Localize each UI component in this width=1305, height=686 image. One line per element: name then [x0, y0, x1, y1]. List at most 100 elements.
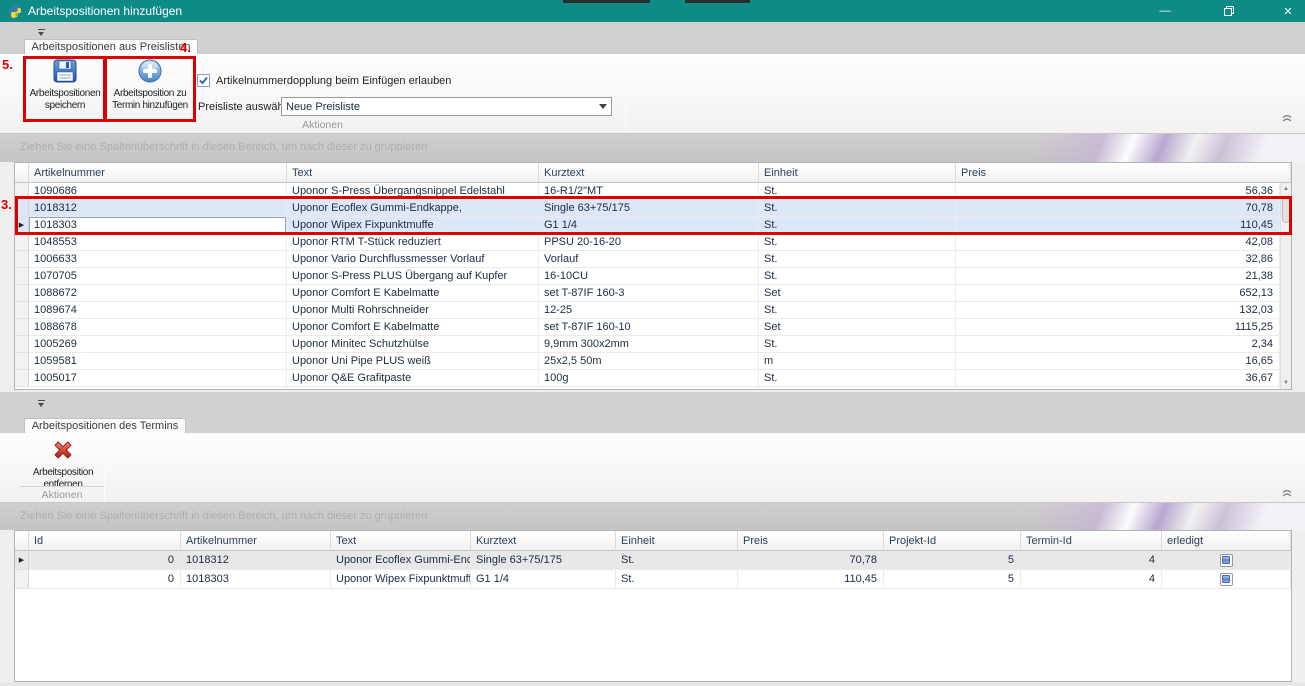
preisliste-grid: ArtikelnummerTextKurztextEinheitPreis 10… — [14, 162, 1292, 390]
table-row[interactable]: 1059581Uponor Uni Pipe PLUS weiß25x2,5 5… — [15, 353, 1291, 370]
table-row[interactable]: 1089674Uponor Multi Rohrschneider12-25St… — [15, 302, 1291, 319]
cell-artikelnummer: 1006633 — [29, 251, 287, 268]
cell-artikelnummer: 1090686 — [29, 183, 287, 200]
cell-artikelnummer: 1005017 — [29, 370, 287, 387]
row-indicator — [15, 570, 29, 589]
tab-arbeitspositionen-des-termins[interactable]: Arbeitspositionen des Termins — [24, 418, 186, 433]
add-to-termin-button[interactable]: Arbeitsposition zu Termin hinzufügen — [108, 58, 192, 112]
cell-einheit: St. — [616, 551, 738, 570]
cell-einheit: Set — [759, 319, 956, 336]
table-row[interactable]: 1090686Uponor S-Press Übergangsnippel Ed… — [15, 183, 1291, 200]
scrollbar-thumb[interactable] — [1282, 197, 1290, 223]
group-separator — [625, 57, 626, 129]
row-indicator — [15, 336, 29, 353]
row-indicator — [15, 302, 29, 319]
cell-kurztext: Single 63+75/175 — [471, 551, 616, 570]
table-row[interactable]: 1006633Uponor Vario Durchflussmesser Vor… — [15, 251, 1291, 268]
column-header-preis[interactable]: Preis — [956, 163, 1291, 183]
cell-text: Uponor S-Press Übergangsnippel Edelstahl — [287, 183, 539, 200]
vertical-scrollbar[interactable]: ▲ ▼ — [1280, 183, 1291, 389]
preisliste-combobox[interactable]: Neue Preisliste — [281, 97, 612, 116]
cell-einheit: St. — [759, 183, 956, 200]
table-row[interactable]: ▶01018312Uponor Ecoflex Gummi-Endkap...S… — [15, 551, 1291, 570]
column-header-text[interactable]: Text — [287, 163, 539, 183]
cell-preis: 1115,25 — [956, 319, 1280, 336]
cell-text: Uponor S-Press PLUS Übergang auf Kupfer — [287, 268, 539, 285]
cell-kurztext: 16-R1/2"MT — [539, 183, 759, 200]
column-header-erledigt[interactable]: erledigt — [1162, 531, 1291, 551]
grid-bottom-header: IdArtikelnummerTextKurztextEinheitPreisP… — [15, 531, 1291, 551]
column-header-projektid[interactable]: Projekt-Id — [884, 531, 1021, 551]
table-row[interactable]: 01018303Uponor Wipex FixpunktmuffeG1 1/4… — [15, 570, 1291, 589]
minimize-button[interactable]: — — [1148, 0, 1182, 22]
column-header-kurztext[interactable]: Kurztext — [471, 531, 616, 551]
ribbon-collapse-chevron-icon[interactable] — [1280, 487, 1294, 498]
cell-termin_id: 4 — [1021, 570, 1162, 589]
add-button-label: Arbeitsposition zu Termin hinzufügen — [108, 88, 192, 112]
cell-preis: 70,78 — [738, 551, 884, 570]
column-header-text[interactable]: Text — [331, 531, 471, 551]
cell-einheit: St. — [759, 251, 956, 268]
table-row[interactable]: 1070705Uponor S-Press PLUS Übergang auf … — [15, 268, 1291, 285]
cell-artikelnummer: 1018303 — [29, 217, 287, 234]
column-header-preis[interactable]: Preis — [738, 531, 884, 551]
cell-artikelnummer: 1018312 — [181, 551, 331, 570]
table-row[interactable]: 1088678Uponor Comfort E Kabelmatteset T-… — [15, 319, 1291, 336]
column-header-terminid[interactable]: Termin-Id — [1021, 531, 1162, 551]
save-arbeitspositionen-button[interactable]: Arbeitspositionen speichern — [26, 58, 104, 112]
ribbon-bottom-band — [0, 392, 1305, 433]
erledigt-icon[interactable] — [1220, 554, 1233, 567]
grid-top-header: ArtikelnummerTextKurztextEinheitPreis — [15, 163, 1291, 183]
quick-access-dropdown-icon[interactable] — [36, 28, 48, 38]
cell-kurztext: Vorlauf — [539, 251, 759, 268]
scroll-down-icon[interactable]: ▼ — [1281, 377, 1291, 389]
column-header-einheit[interactable]: Einheit — [759, 163, 956, 183]
table-row[interactable]: 1048553Uponor RTM T-Stück reduziertPPSU … — [15, 234, 1291, 251]
erledigt-icon[interactable] — [1220, 573, 1233, 586]
titlebar-artifact-strip — [563, 0, 650, 3]
cell-einheit: St. — [759, 336, 956, 353]
decorative-swoosh — [1005, 134, 1305, 162]
table-row[interactable]: 1005017Uponor Q&E Grafitpaste100gSt.36,6… — [15, 370, 1291, 387]
remove-arbeitsposition-button[interactable]: Arbeitsposition entfernen — [26, 437, 100, 491]
column-header-artikelnummer[interactable]: Artikelnummer — [29, 163, 287, 183]
cell-preis: 110,45 — [956, 217, 1280, 234]
ribbon-collapse-chevron-icon[interactable] — [1280, 112, 1294, 123]
cell-einheit: m — [759, 353, 956, 370]
maximize-restore-button[interactable] — [1212, 0, 1246, 22]
cell-text: Uponor Comfort E Kabelmatte — [287, 319, 539, 336]
row-indicator — [15, 183, 29, 200]
column-header-id[interactable]: Id — [29, 531, 181, 551]
cell-text: Uponor Wipex Fixpunktmuffe — [287, 217, 539, 234]
group-caption-aktionen: Aktionen — [20, 119, 625, 131]
row-indicator — [15, 319, 29, 336]
column-header-kurztext[interactable]: Kurztext — [539, 163, 759, 183]
group-caption-divider — [20, 486, 104, 487]
table-row[interactable]: ▶1018303Uponor Wipex FixpunktmuffeG1 1/4… — [15, 217, 1291, 234]
allow-duplicate-checkbox[interactable] — [197, 74, 210, 87]
close-button[interactable]: ✕ — [1271, 0, 1305, 22]
table-row[interactable]: 1005269Uponor Minitec Schutzhülse9,9mm 3… — [15, 336, 1291, 353]
cell-erledigt — [1162, 570, 1291, 589]
annotation-label-4: 4. — [180, 40, 191, 55]
row-indicator — [15, 370, 29, 387]
tab-arbeitspositionen-aus-preislisten[interactable]: Arbeitspositionen aus Preislisten — [24, 39, 198, 54]
preisliste-combo-value: Neue Preisliste — [286, 101, 360, 113]
row-indicator — [15, 268, 29, 285]
row-indicator: ▶ — [15, 551, 29, 570]
cell-kurztext: set T-87IF 160-10 — [539, 319, 759, 336]
scroll-up-icon[interactable]: ▲ — [1281, 183, 1291, 195]
cell-artikelnummer: 1048553 — [29, 234, 287, 251]
cell-einheit: Set — [759, 285, 956, 302]
cell-einheit: St. — [759, 370, 956, 387]
cell-kurztext: G1 1/4 — [471, 570, 616, 589]
table-row[interactable]: 1018312Uponor Ecoflex Gummi-Endkappe,Sin… — [15, 200, 1291, 217]
column-header-artikelnummer[interactable]: Artikelnummer — [181, 531, 331, 551]
table-row[interactable]: 1088672Uponor Comfort E Kabelmatteset T-… — [15, 285, 1291, 302]
row-indicator — [15, 285, 29, 302]
cell-text: Uponor Ecoflex Gummi-Endkappe, — [287, 200, 539, 217]
window-title: Arbeitspositionen hinzufügen — [28, 4, 182, 18]
quick-access-dropdown-icon[interactable] — [36, 399, 48, 409]
column-header-einheit[interactable]: Einheit — [616, 531, 738, 551]
annotation-label-3: 3. — [1, 197, 12, 212]
